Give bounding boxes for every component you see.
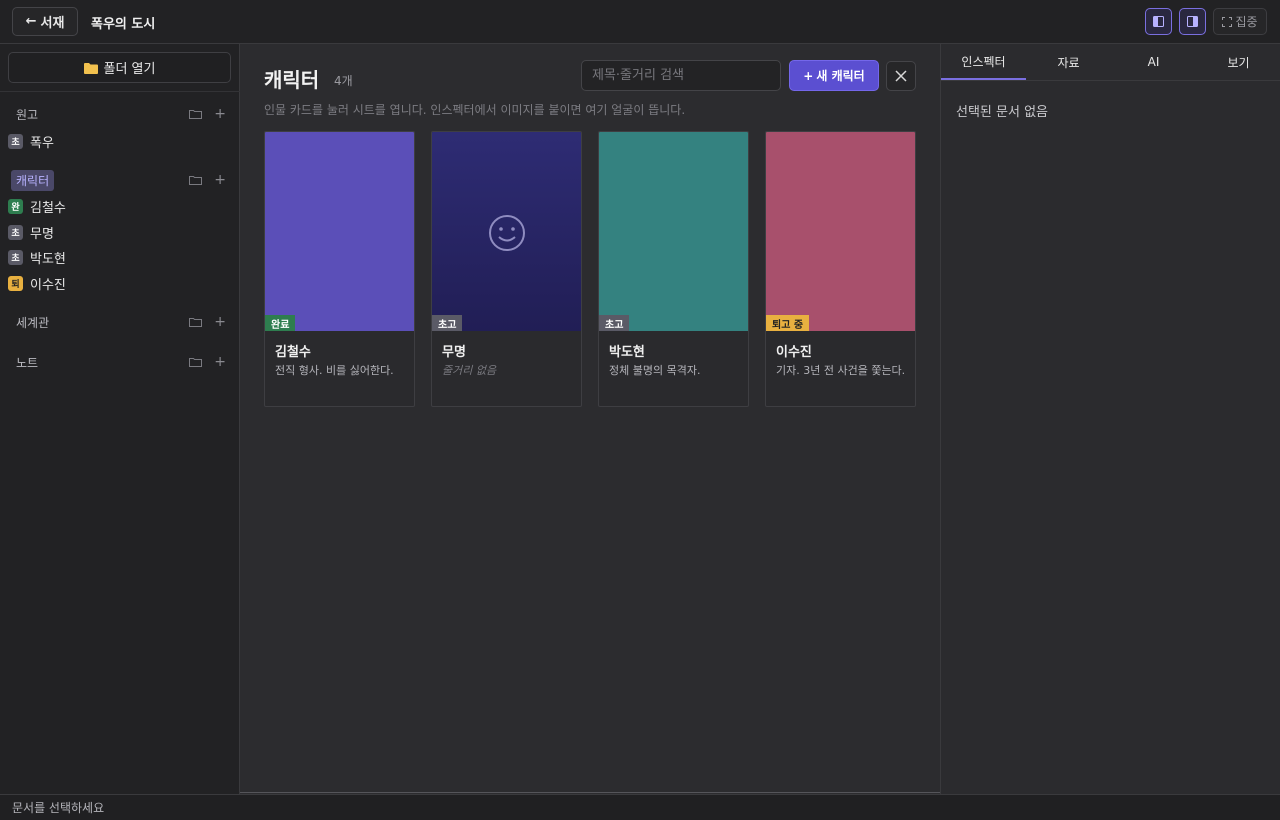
status-badge: 초고 [432,315,463,331]
tree-item-label: 박도현 [30,251,66,267]
focus-mode-button[interactable]: 집중 [1213,8,1267,35]
section-label: 원고 [16,107,39,122]
toggle-left-panel-button[interactable] [1145,8,1172,35]
inspector-empty-message: 선택된 문서 없음 [956,105,1048,120]
item-count: 4개 [334,74,353,88]
section-label: 캐릭터 [11,169,55,191]
top-bar: ← 서재 폭우의 도시 집중 [0,0,1280,44]
add-item-icon[interactable]: + [214,314,226,330]
card-name: 무명 [442,345,466,360]
back-arrow-icon: ← [25,14,37,29]
status-chip: 완 [8,198,23,214]
open-folder-label: 폴더 열기 [103,62,156,77]
inspector-panel: 인스펙터 자료 AI 보기 선택된 문서 없음 [940,44,1280,794]
character-card[interactable]: 초고 무명 줄거리 없음 [431,131,582,407]
add-item-icon[interactable]: + [214,354,226,370]
tab-materials[interactable]: 자료 [1026,44,1111,80]
section-label: 노트 [16,355,39,370]
tree-item-character[interactable]: 초 무명 [8,221,54,243]
section-world[interactable]: 세계관 + [16,312,226,332]
status-message: 문서를 선택하세요 [12,801,105,815]
tree-item-character[interactable]: 퇴 이수진 [8,272,66,294]
tree-item-label: 이수진 [30,277,66,293]
close-icon [895,70,907,82]
folder-icon [83,62,98,74]
section-manuscript[interactable]: 원고 + [16,104,226,124]
status-chip: 초 [8,224,23,240]
new-folder-icon[interactable] [189,357,203,367]
close-gallery-button[interactable] [886,61,916,91]
tree-item-character[interactable]: 초 박도현 [8,246,66,268]
gallery-hint: 인물 카드를 눌러 시트를 엽니다. 인스펙터에서 이미지를 붙이면 여기 얼굴… [264,103,686,117]
card-cover [766,132,915,331]
focus-mode-label: 집중 [1235,15,1258,29]
tree-item-label: 폭우 [30,135,54,151]
status-chip: 초 [8,249,23,265]
binder-sidebar: 폴더 열기 원고 + 초 폭우 캐릭터 + 완 김철수 초 무명 초 박도현 퇴… [0,44,240,794]
page-title: 캐릭터 [264,68,320,92]
new-folder-icon[interactable] [189,175,203,185]
tree-item-label: 김철수 [30,200,66,216]
new-character-button[interactable]: + 새 캐릭터 [789,60,879,91]
status-chip: 초 [8,133,23,149]
card-cover [432,132,581,331]
back-button-label: 서재 [40,16,65,31]
tree-item-label: 무명 [30,226,54,242]
status-chip: 퇴 [8,275,23,291]
open-folder-button[interactable]: 폴더 열기 [8,52,231,83]
new-character-label: 새 캐릭터 [816,69,865,83]
card-cover [599,132,748,331]
card-cover [265,132,414,331]
new-folder-icon[interactable] [189,317,203,327]
card-name: 김철수 [275,345,311,360]
section-characters[interactable]: 캐릭터 + [11,169,226,191]
status-badge: 완료 [265,315,296,331]
section-notes[interactable]: 노트 + [16,352,226,372]
tree-item-manuscript[interactable]: 초 폭우 [8,130,54,152]
back-to-library-button[interactable]: ← 서재 [12,7,78,36]
card-description: 전직 형사. 비를 싫어한다. [275,364,394,377]
add-item-icon[interactable]: + [214,106,226,122]
tab-inspector[interactable]: 인스펙터 [941,44,1026,80]
tab-ai[interactable]: AI [1111,44,1196,80]
smiley-placeholder-icon [489,215,525,251]
right-panel-icon [1187,16,1198,27]
main-bottom-divider [240,792,940,793]
tab-view[interactable]: 보기 [1196,44,1280,80]
add-item-icon[interactable]: + [214,172,226,188]
status-bar: 문서를 선택하세요 [0,794,1280,820]
tree-item-character[interactable]: 완 김철수 [8,195,66,217]
character-gallery: 캐릭터 4개 + 새 캐릭터 인물 카드를 눌러 시트를 엽니다. 인스펙터에서… [240,44,940,794]
card-name: 이수진 [776,345,812,360]
inspector-tabs: 인스펙터 자료 AI 보기 [941,44,1280,81]
character-card[interactable]: 퇴고 중 이수진 기자. 3년 전 사건을 쫓는다. [765,131,916,407]
search-input[interactable] [581,60,781,91]
character-card[interactable]: 초고 박도현 정체 불명의 목격자. [598,131,749,407]
fullscreen-icon [1222,16,1233,27]
card-description: 기자. 3년 전 사건을 쫓는다. [776,364,906,377]
card-name: 박도현 [609,345,645,360]
new-folder-icon[interactable] [189,109,203,119]
card-description: 정체 불명의 목격자. [609,364,701,377]
status-badge: 퇴고 중 [766,315,810,331]
character-card[interactable]: 완료 김철수 전직 형사. 비를 싫어한다. [264,131,415,407]
card-description: 줄거리 없음 [442,364,497,377]
left-panel-icon [1153,16,1164,27]
status-badge: 초고 [599,315,630,331]
plus-icon: + [803,68,814,83]
section-label: 세계관 [16,315,50,330]
document-title: 폭우의 도시 [91,17,156,32]
sidebar-divider [0,91,240,92]
toggle-right-panel-button[interactable] [1179,8,1206,35]
